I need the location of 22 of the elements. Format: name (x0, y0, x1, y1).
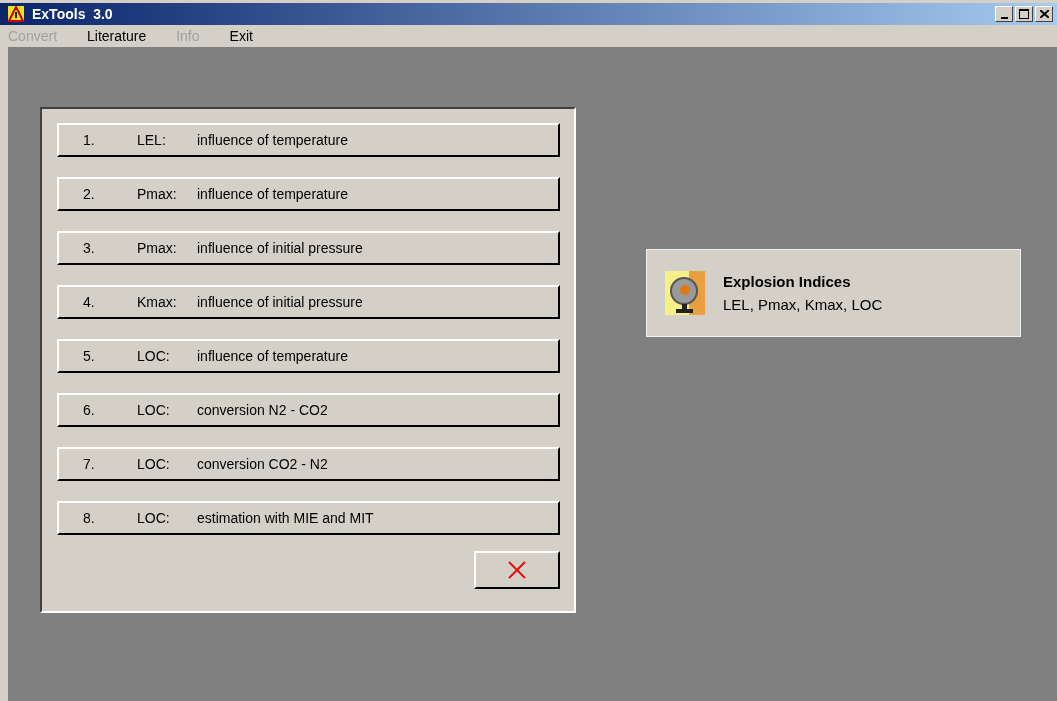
card-subtitle: LEL, Pmax, Kmax, LOC (723, 296, 883, 313)
menu-item[interactable]: Exit (229, 28, 267, 44)
card-title: Explosion Indices (723, 273, 852, 290)
option-button[interactable]: 8. LOC: estimation with MIE and MIT (57, 501, 560, 535)
window-title: ExTools 3.0 (32, 6, 113, 22)
vessel-icon (665, 271, 705, 315)
option-button[interactable]: 6. LOC: conversion N2 - CO2 (57, 393, 560, 427)
option-button[interactable]: 7. LOC: conversion CO2 - N2 (57, 447, 560, 481)
minimize-button[interactable] (995, 6, 1013, 22)
option-button[interactable]: 2. Pmax: influence of temperature (57, 177, 560, 211)
option-button[interactable]: 3. Pmax: influence of initial pressure (57, 231, 560, 265)
option-button[interactable]: 4. Kmax: influence of initial pressure (57, 285, 560, 319)
option-button[interactable]: 1. LEL: influence of temperature (57, 123, 560, 157)
close-icon (1039, 10, 1049, 18)
close-button[interactable] (1035, 6, 1053, 22)
maximize-button[interactable] (1015, 6, 1033, 22)
cancel-button[interactable] (474, 551, 560, 589)
cross-icon (507, 561, 527, 579)
menu-item[interactable]: Literature (87, 28, 161, 44)
option-button[interactable]: 5. LOC: influence of temperature (57, 339, 560, 373)
info-card[interactable]: Explosion Indices LEL, Pmax, Kmax, LOC (646, 249, 1021, 337)
warning-triangle-icon (8, 6, 24, 22)
